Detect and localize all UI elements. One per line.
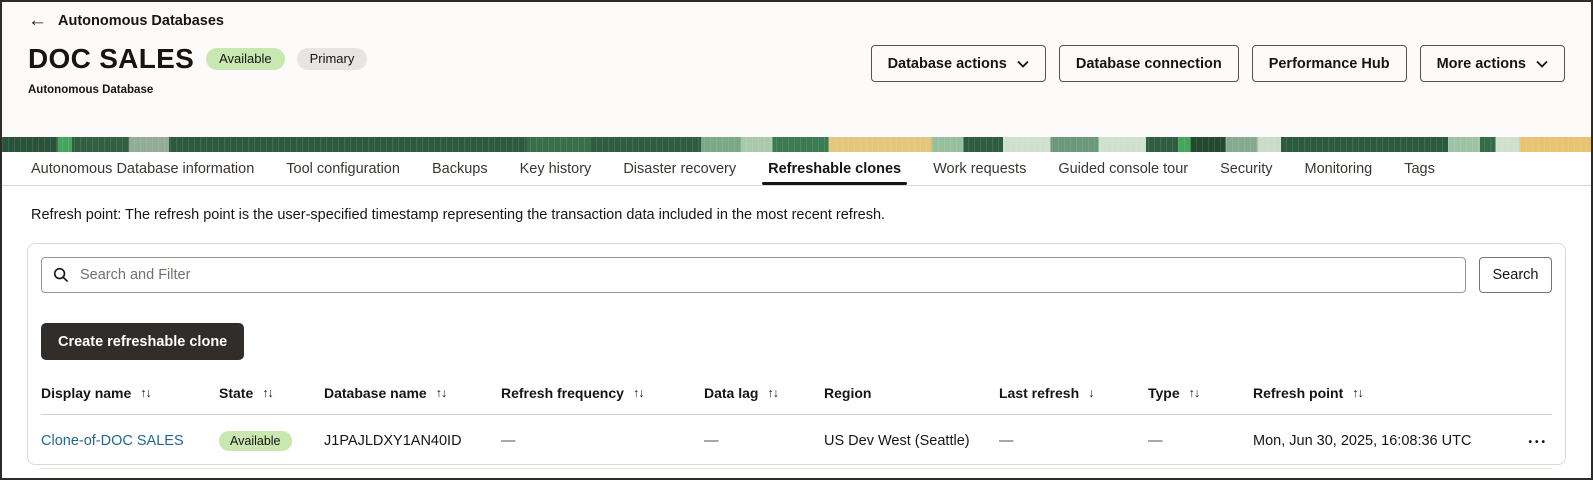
page-title: DOC SALES — [28, 43, 194, 75]
performance-hub-button[interactable]: Performance Hub — [1252, 45, 1407, 82]
sort-icon[interactable]: ↑↓ — [436, 386, 447, 400]
title-row: DOC SALES Available Primary Autonomous D… — [28, 43, 1565, 96]
sort-icon[interactable]: ↑↓ — [633, 386, 644, 400]
clone-name-link[interactable]: Clone-of-DOC SALES — [41, 433, 184, 449]
app-window: ← Autonomous Databases DOC SALES Availab… — [0, 0, 1593, 480]
column-header-type[interactable]: Type ↑↓ — [1148, 385, 1253, 401]
search-row: Search — [41, 257, 1552, 293]
refresh-point-description: Refresh point: The refresh point is the … — [31, 207, 1591, 223]
chevron-down-icon — [1017, 60, 1029, 68]
database-name-cell: J1PAJLDXY1AN40ID — [324, 433, 501, 449]
clones-table: Display name ↑↓ State ↑↓ Database name ↑… — [41, 385, 1552, 469]
tab-disaster-recovery[interactable]: Disaster recovery — [607, 152, 752, 185]
refresh-point-cell: Mon, Jun 30, 2025, 16:08:36 UTC — [1253, 433, 1508, 449]
column-header-state[interactable]: State ↑↓ — [219, 385, 324, 401]
column-header-data-lag[interactable]: Data lag ↑↓ — [704, 385, 824, 401]
tab-backups[interactable]: Backups — [416, 152, 504, 185]
tab-refreshable-clones[interactable]: Refreshable clones — [752, 152, 917, 185]
database-actions-button[interactable]: Database actions — [871, 45, 1046, 82]
tab-guided-console-tour[interactable]: Guided console tour — [1042, 152, 1204, 185]
sort-icon[interactable]: ↑↓ — [767, 386, 778, 400]
column-label: Refresh frequency — [501, 385, 624, 401]
tab-tags[interactable]: Tags — [1388, 152, 1451, 185]
chevron-down-icon — [1536, 60, 1548, 68]
column-header-last-refresh[interactable]: Last refresh ↓ — [999, 385, 1148, 401]
database-connection-button[interactable]: Database connection — [1059, 45, 1239, 82]
search-icon — [53, 267, 69, 283]
button-label: More actions — [1437, 56, 1526, 72]
title-block: DOC SALES Available Primary Autonomous D… — [28, 43, 367, 96]
region-cell: US Dev West (Seattle) — [824, 433, 999, 449]
column-label: Region — [824, 385, 871, 401]
column-label: Type — [1148, 385, 1180, 401]
button-label: Performance Hub — [1269, 56, 1390, 72]
header-actions: Database actions Database connection Per… — [871, 45, 1565, 82]
column-label: State — [219, 385, 253, 401]
tab-security[interactable]: Security — [1204, 152, 1288, 185]
column-header-database-name[interactable]: Database name ↑↓ — [324, 385, 501, 401]
refresh-frequency-cell: — — [501, 433, 704, 449]
table-row: Clone-of-DOC SALES Available J1PAJLDXY1A… — [41, 415, 1552, 469]
sort-icon[interactable]: ↑↓ — [262, 386, 273, 400]
resource-type-label: Autonomous Database — [28, 84, 367, 96]
column-header-display-name[interactable]: Display name ↑↓ — [41, 385, 219, 401]
status-badge: Available — [206, 48, 285, 71]
sort-icon[interactable]: ↑↓ — [1189, 386, 1200, 400]
column-label: Database name — [324, 385, 427, 401]
row-status-badge: Available — [219, 431, 292, 451]
sort-icon[interactable]: ↑↓ — [140, 386, 151, 400]
tab-monitoring[interactable]: Monitoring — [1289, 152, 1389, 185]
create-refreshable-clone-button[interactable]: Create refreshable clone — [41, 323, 244, 360]
back-arrow-icon[interactable]: ← — [28, 11, 47, 30]
page-header: ← Autonomous Databases DOC SALES Availab… — [2, 2, 1591, 137]
display-name-cell: Clone-of-DOC SALES — [41, 433, 219, 449]
search-button[interactable]: Search — [1479, 257, 1552, 293]
last-refresh-cell: — — [999, 433, 1148, 449]
more-actions-button[interactable]: More actions — [1420, 45, 1565, 82]
search-box[interactable] — [41, 257, 1466, 293]
decorative-banner — [2, 137, 1591, 152]
column-header-region: Region — [824, 385, 999, 401]
tab-tool-configuration[interactable]: Tool configuration — [270, 152, 416, 185]
tab-autonomous-database-information[interactable]: Autonomous Database information — [15, 152, 270, 185]
column-label: Data lag — [704, 385, 758, 401]
tab-work-requests[interactable]: Work requests — [917, 152, 1042, 185]
sort-desc-icon[interactable]: ↓ — [1088, 386, 1093, 400]
role-badge: Primary — [297, 48, 368, 71]
column-header-refresh-frequency[interactable]: Refresh frequency ↑↓ — [501, 385, 704, 401]
column-label: Display name — [41, 385, 131, 401]
data-lag-cell: — — [704, 433, 824, 449]
button-label: Database connection — [1076, 56, 1222, 72]
sort-icon[interactable]: ↑↓ — [1352, 386, 1363, 400]
row-actions-menu-icon[interactable]: ••• — [1528, 437, 1548, 448]
column-label: Last refresh — [999, 385, 1079, 401]
tab-key-history[interactable]: Key history — [504, 152, 608, 185]
refreshable-clones-panel: Search Create refreshable clone Display … — [27, 243, 1566, 465]
breadcrumb[interactable]: Autonomous Databases — [58, 13, 224, 29]
actions-cell: ••• — [1508, 433, 1552, 449]
table-header-row: Display name ↑↓ State ↑↓ Database name ↑… — [41, 385, 1552, 415]
tab-bar: Autonomous Database information Tool con… — [2, 152, 1591, 186]
search-input[interactable] — [78, 266, 1454, 284]
column-header-refresh-point[interactable]: Refresh point ↑↓ — [1253, 385, 1508, 401]
button-label: Database actions — [888, 56, 1007, 72]
state-cell: Available — [219, 431, 324, 451]
column-label: Refresh point — [1253, 385, 1343, 401]
type-cell: — — [1148, 433, 1253, 449]
breadcrumb-row: ← Autonomous Databases — [28, 11, 1565, 30]
